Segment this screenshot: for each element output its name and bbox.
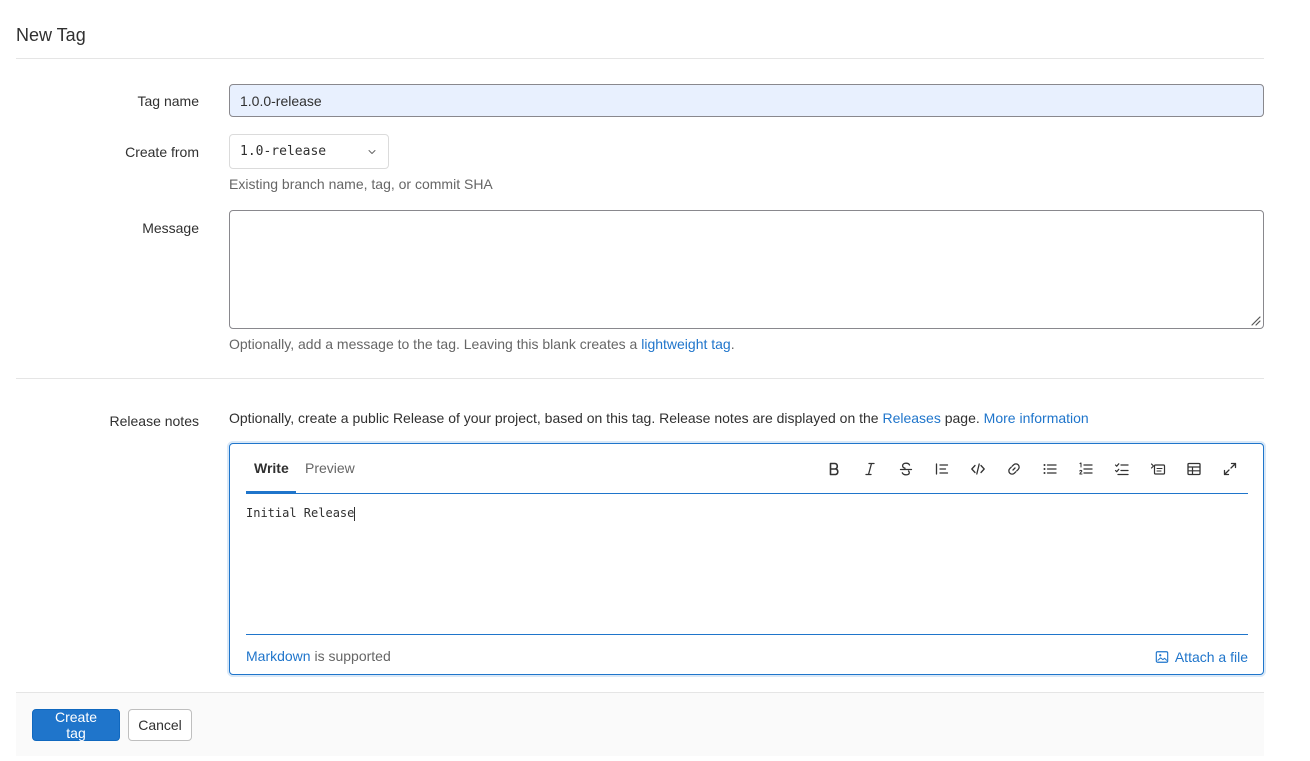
- page-title: New Tag: [16, 25, 86, 46]
- release-notes-textarea[interactable]: Initial Release: [246, 506, 356, 521]
- code-button[interactable]: [960, 457, 996, 481]
- header-divider: [16, 58, 1264, 59]
- fullscreen-button[interactable]: [1212, 457, 1248, 481]
- collapsible-button[interactable]: [1140, 457, 1176, 481]
- message-label: Message: [142, 220, 199, 236]
- quote-icon: [935, 463, 949, 475]
- link-icon: [1008, 463, 1020, 475]
- release-notes-editor: Write Preview Initial Release Markdown i…: [229, 443, 1264, 675]
- attach-file-button[interactable]: Attach a file: [1155, 649, 1248, 665]
- tab-write[interactable]: Write: [254, 460, 289, 476]
- markdown-hint-text: is supported: [310, 648, 391, 664]
- release-notes-intro-middle: page.: [940, 410, 984, 426]
- task-list-icon: [1114, 463, 1129, 476]
- form-actions: Create tag Cancel: [16, 692, 1264, 756]
- cancel-button[interactable]: Cancel: [128, 709, 192, 741]
- editor-header: Write Preview: [246, 444, 1248, 494]
- table-button[interactable]: [1176, 457, 1212, 481]
- bullet-list-button[interactable]: [1032, 457, 1068, 481]
- bullet-list-icon: [1043, 464, 1057, 474]
- release-notes-intro: Optionally, create a public Release of y…: [229, 410, 1089, 426]
- image-icon: [1155, 651, 1169, 663]
- new-tag-page: New Tag Tag name 1.0.0-release Create fr…: [0, 0, 1310, 761]
- message-textarea[interactable]: [229, 210, 1264, 329]
- create-from-selected: 1.0-release: [240, 144, 327, 159]
- link-button[interactable]: [996, 457, 1032, 481]
- section-divider: [16, 378, 1264, 379]
- create-from-label: Create from: [125, 144, 199, 160]
- create-from-dropdown[interactable]: 1.0-release: [229, 134, 389, 169]
- more-information-link[interactable]: More information: [984, 410, 1089, 426]
- release-notes-intro-text: Optionally, create a public Release of y…: [229, 410, 883, 426]
- tab-preview[interactable]: Preview: [305, 460, 355, 476]
- release-notes-label: Release notes: [109, 413, 199, 429]
- bold-button[interactable]: [816, 457, 852, 481]
- table-icon: [1187, 462, 1201, 476]
- numbered-list-icon: [1079, 462, 1093, 475]
- tag-name-value: 1.0.0-release: [240, 92, 322, 109]
- strikethrough-button[interactable]: [888, 457, 924, 481]
- quote-button[interactable]: [924, 457, 960, 481]
- markdown-link[interactable]: Markdown: [246, 648, 311, 664]
- numbered-list-button[interactable]: [1068, 457, 1104, 481]
- task-list-button[interactable]: [1104, 457, 1140, 481]
- active-tab-indicator: [246, 491, 296, 493]
- create-tag-button[interactable]: Create tag: [32, 709, 120, 741]
- bold-icon: [829, 462, 839, 476]
- release-notes-content: Initial Release: [246, 506, 355, 520]
- editor-footer: Markdown is supported Attach a file: [246, 634, 1248, 674]
- italic-button[interactable]: [852, 457, 888, 481]
- message-help: Optionally, add a message to the tag. Le…: [229, 336, 735, 352]
- code-icon: [971, 463, 985, 475]
- strikethrough-icon: [899, 462, 913, 476]
- tag-name-label: Tag name: [137, 93, 199, 109]
- attach-file-label: Attach a file: [1174, 649, 1248, 665]
- message-help-text: Optionally, add a message to the tag. Le…: [229, 336, 642, 352]
- create-from-help: Existing branch name, tag, or commit SHA: [229, 176, 493, 192]
- fullscreen-icon: [1223, 462, 1237, 476]
- markdown-hint: Markdown is supported: [246, 648, 391, 664]
- chevron-down-icon: [368, 150, 376, 154]
- lightweight-tag-link[interactable]: lightweight tag: [641, 336, 731, 352]
- collapsible-icon: [1150, 463, 1166, 475]
- italic-icon: [865, 462, 875, 476]
- markdown-toolbar: [816, 457, 1248, 481]
- resize-grip-icon[interactable]: [1249, 314, 1261, 326]
- tag-name-input[interactable]: 1.0.0-release: [229, 84, 1264, 117]
- message-help-suffix: .: [730, 336, 735, 352]
- releases-link[interactable]: Releases: [882, 410, 940, 426]
- text-caret: [354, 506, 356, 521]
